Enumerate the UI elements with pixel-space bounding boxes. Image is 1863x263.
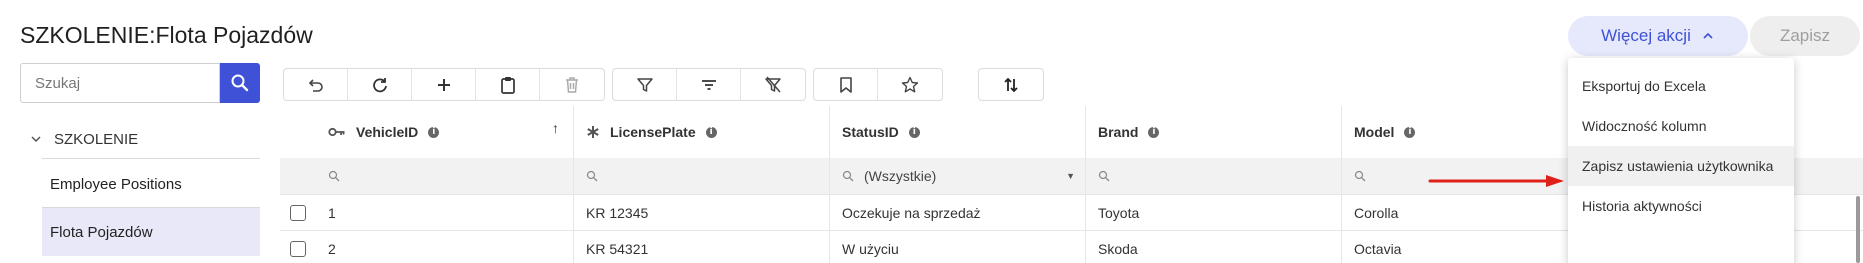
menu-item-save-user-settings[interactable]: Zapisz ustawienia użytkownika bbox=[1568, 146, 1794, 186]
search-input[interactable] bbox=[21, 64, 219, 102]
search-box bbox=[20, 63, 220, 103]
undo-button[interactable] bbox=[284, 69, 348, 100]
cell-licenseplate[interactable]: KR 12345 bbox=[574, 195, 830, 230]
filter-statusid[interactable]: (Wszystkie) ▼ bbox=[830, 158, 1086, 194]
search-icon bbox=[842, 170, 854, 182]
search-icon bbox=[1354, 170, 1366, 182]
tree-root-label: SZKOLENIE bbox=[54, 130, 139, 148]
row-checkbox[interactable] bbox=[290, 204, 306, 221]
info-icon[interactable]: i bbox=[705, 126, 717, 138]
delete-button[interactable] bbox=[540, 69, 604, 100]
cell-licenseplate[interactable]: KR 54321 bbox=[574, 231, 830, 263]
paste-button[interactable] bbox=[476, 69, 540, 100]
row-select-cell bbox=[280, 231, 316, 263]
more-actions-label: Więcej akcji bbox=[1601, 26, 1691, 45]
filter-button[interactable] bbox=[613, 69, 677, 100]
cell-vehicleid[interactable]: 1 bbox=[316, 195, 574, 230]
column-label: Brand bbox=[1098, 124, 1139, 140]
info-icon[interactable]: i bbox=[428, 126, 440, 138]
favorite-button[interactable] bbox=[878, 69, 942, 100]
tree-item-label: Employee Positions bbox=[50, 175, 182, 193]
divider bbox=[42, 158, 260, 159]
menu-item-activity-history[interactable]: Historia aktywności bbox=[1568, 186, 1794, 226]
clear-filter-button[interactable] bbox=[741, 69, 805, 100]
key-icon bbox=[328, 126, 346, 138]
add-button[interactable] bbox=[412, 69, 476, 100]
toolbar-filter-group bbox=[612, 68, 806, 101]
filter-licenseplate[interactable] bbox=[574, 158, 830, 194]
header-select-cell bbox=[280, 106, 316, 158]
cell-brand[interactable]: Skoda bbox=[1086, 231, 1342, 263]
menu-item-column-visibility[interactable]: Widoczność kolumn bbox=[1568, 106, 1794, 146]
more-actions-button[interactable]: Więcej akcji bbox=[1568, 16, 1748, 56]
trash-icon bbox=[566, 76, 578, 93]
sort-button[interactable] bbox=[979, 69, 1043, 100]
column-label: LicensePlate bbox=[610, 124, 696, 140]
vertical-scrollbar[interactable] bbox=[1856, 196, 1860, 263]
sort-ascending-icon[interactable]: ↑ bbox=[552, 120, 559, 136]
asterisk-icon bbox=[586, 125, 600, 139]
menu-item-export-excel[interactable]: Eksportuj do Excela bbox=[1568, 66, 1794, 106]
filter-row-button[interactable] bbox=[677, 69, 741, 100]
column-label: Model bbox=[1354, 124, 1395, 140]
save-button[interactable]: Zapisz bbox=[1750, 16, 1860, 56]
clipboard-icon bbox=[500, 76, 515, 94]
cell-brand[interactable]: Toyota bbox=[1086, 195, 1342, 230]
refresh-button[interactable] bbox=[348, 69, 412, 100]
sort-arrows-icon bbox=[1004, 77, 1018, 92]
tree-root-szkolenie[interactable]: SZKOLENIE bbox=[20, 120, 260, 158]
filter-status-value: (Wszystkie) bbox=[864, 168, 937, 184]
plus-icon bbox=[437, 78, 450, 91]
column-header-vehicleid[interactable]: VehicleID i ↑ bbox=[316, 106, 574, 158]
row-select-cell bbox=[280, 195, 316, 230]
filter-icon bbox=[636, 77, 653, 92]
toolbar-sort-group bbox=[978, 68, 1044, 101]
clear-filter-icon bbox=[765, 76, 781, 92]
tree-item-flota-pojazdow[interactable]: Flota Pojazdów bbox=[42, 208, 260, 256]
dropdown-arrow-icon[interactable]: ▼ bbox=[1066, 171, 1075, 181]
cell-statusid[interactable]: Oczekuje na sprzedaż bbox=[830, 195, 1086, 230]
column-label: VehicleID bbox=[356, 124, 419, 140]
search-button[interactable] bbox=[220, 63, 260, 103]
filter-brand[interactable] bbox=[1086, 158, 1342, 194]
tree-item-label: Flota Pojazdów bbox=[50, 223, 153, 241]
refresh-icon bbox=[372, 77, 387, 92]
bookmark-button[interactable] bbox=[814, 69, 878, 100]
column-header-brand[interactable]: Brand i bbox=[1086, 106, 1342, 158]
chevron-up-icon bbox=[1703, 32, 1713, 39]
info-icon[interactable]: i bbox=[908, 126, 920, 138]
bookmark-icon bbox=[839, 76, 852, 93]
search-icon bbox=[328, 170, 340, 182]
toolbar-views-group bbox=[813, 68, 943, 101]
column-header-statusid[interactable]: StatusID i bbox=[830, 106, 1086, 158]
search-icon bbox=[231, 74, 249, 92]
info-icon[interactable]: i bbox=[1148, 126, 1160, 138]
column-label: StatusID bbox=[842, 124, 899, 140]
page-title: SZKOLENIE:Flota Pojazdów bbox=[20, 22, 313, 48]
more-actions-menu: Eksportuj do Excela Widoczność kolumn Za… bbox=[1568, 58, 1794, 263]
undo-icon bbox=[308, 78, 323, 92]
chevron-down-icon bbox=[31, 136, 41, 143]
filter-lines-icon bbox=[701, 79, 716, 90]
column-header-licenseplate[interactable]: LicensePlate i bbox=[574, 106, 830, 158]
row-checkbox[interactable] bbox=[290, 240, 306, 257]
search-icon bbox=[586, 170, 598, 182]
star-icon bbox=[901, 76, 919, 92]
info-icon[interactable]: i bbox=[1404, 126, 1416, 138]
cell-statusid[interactable]: W użyciu bbox=[830, 231, 1086, 263]
annotation-arrow bbox=[1428, 175, 1564, 187]
toolbar-edit-group bbox=[283, 68, 605, 101]
filter-vehicleid[interactable] bbox=[316, 158, 574, 194]
cell-vehicleid[interactable]: 2 bbox=[316, 231, 574, 263]
search-icon bbox=[1098, 170, 1110, 182]
tree-item-employee-positions[interactable]: Employee Positions bbox=[42, 160, 260, 208]
filter-select-cell bbox=[280, 158, 316, 194]
